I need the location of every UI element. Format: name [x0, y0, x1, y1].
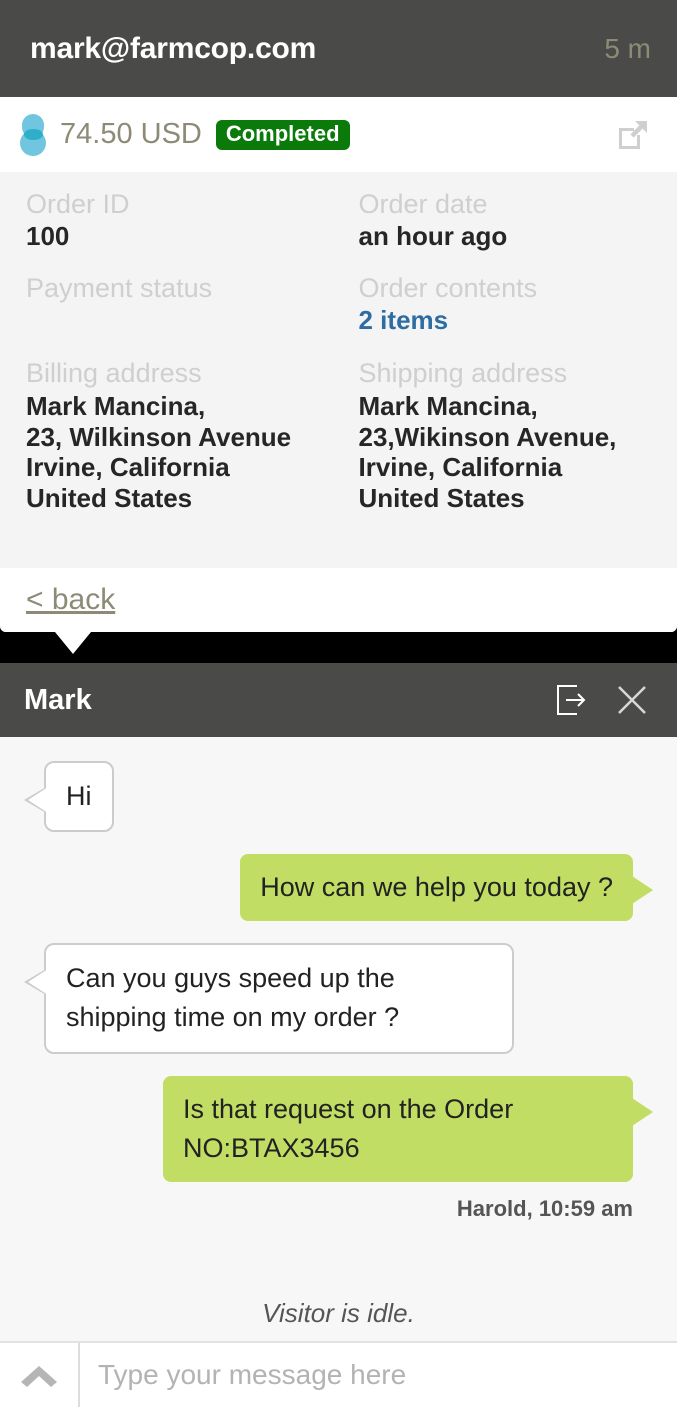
billing-address-line: United States: [26, 482, 193, 513]
status-badge: Completed: [215, 119, 350, 150]
order-summary-row: 74.50 USD Completed: [0, 97, 677, 172]
order-time-ago: 5 m: [604, 32, 651, 64]
order-date-block: Order date an hour ago: [339, 188, 677, 272]
message-timestamp: Harold, 10:59 am: [456, 1195, 633, 1221]
order-card-header: mark@farmcop.com 5 m: [0, 0, 677, 97]
order-id-label: Order ID: [26, 189, 130, 219]
chat-bubble-incoming: Hi: [24, 761, 114, 833]
detail-row-1: Order ID 100 Order date an hour ago: [0, 188, 677, 272]
chat-header-actions: [553, 681, 651, 719]
shipping-address-line: United States: [358, 482, 525, 513]
chat-title: Mark: [24, 683, 92, 716]
shipping-address-line: Mark Mancina,: [358, 390, 538, 421]
chat-message-row: How can we help you today ?: [22, 854, 655, 922]
shipping-address-line: 23,Wikinson Avenue,: [358, 421, 617, 452]
chat-bubble-incoming: Can you guys speed up the shipping time …: [24, 943, 514, 1054]
visitor-status-text: Visitor is idle.: [0, 1284, 677, 1343]
chat-header: Mark: [0, 663, 677, 737]
chat-message-row: Is that request on the Order NO:BTAX3456: [22, 1075, 655, 1182]
chat-message-row: Can you guys speed up the shipping time …: [22, 943, 655, 1054]
close-icon[interactable]: [613, 681, 651, 719]
chat-message-list: Hi How can we help you today ? Can you g…: [0, 737, 677, 1284]
shipping-address-line: Irvine, California: [358, 452, 563, 483]
message-input[interactable]: [80, 1343, 677, 1407]
external-link-icon[interactable]: [615, 117, 651, 153]
order-amount: 74.50 USD: [60, 118, 202, 150]
billing-address-line: Mark Mancina,: [26, 390, 206, 421]
chat-bubble-outgoing: How can we help you today ?: [240, 854, 653, 922]
chat-input-bar: [0, 1343, 677, 1407]
order-card-footer: < back: [0, 568, 677, 654]
order-contents-value[interactable]: 2 items: [359, 305, 677, 336]
paypal-logo-icon: [20, 113, 46, 156]
order-details-grid: Order ID 100 Order date an hour ago Paym…: [0, 172, 677, 568]
shipping-address-block: Shipping address Mark Mancina, 23,Wikins…: [339, 357, 677, 513]
billing-address-block: Billing address Mark Mancina, 23, Wilkin…: [0, 357, 339, 513]
payment-status-value: [26, 305, 339, 337]
chevron-up-icon[interactable]: [0, 1343, 80, 1407]
order-id-block: Order ID 100: [0, 188, 339, 272]
billing-address-line: 23, Wilkinson Avenue: [26, 421, 292, 452]
order-id-value: 100: [26, 221, 70, 252]
order-details-card: mark@farmcop.com 5 m 74.50 USD Completed…: [0, 0, 677, 654]
payment-status-block: Payment status: [0, 272, 339, 357]
chat-message-row: Hi: [22, 761, 655, 833]
card-pointer-tail: [55, 632, 91, 654]
billing-address-line: Irvine, California: [26, 452, 230, 483]
chat-panel: Mark Hi How can we help you today ? Can …: [0, 663, 677, 1407]
order-date-value: an hour ago: [358, 221, 508, 252]
detail-row-3: Billing address Mark Mancina, 23, Wilkin…: [0, 357, 677, 513]
back-link[interactable]: < back: [26, 583, 115, 617]
order-contents-label: Order contents: [358, 273, 538, 304]
order-contents-block: Order contents 2 items: [339, 272, 677, 357]
chat-bubble-outgoing: Is that request on the Order NO:BTAX3456: [163, 1075, 653, 1182]
billing-address-value: Mark Mancina, 23, Wilkinson Avenue Irvin…: [26, 391, 339, 514]
payment-status-label: Payment status: [26, 273, 213, 304]
shipping-address-value: Mark Mancina, 23,Wikinson Avenue, Irvine…: [359, 391, 677, 514]
chat-widget-root: mark@farmcop.com 5 m 74.50 USD Completed…: [0, 0, 677, 1407]
exit-arrow-icon[interactable]: [553, 681, 591, 719]
visitor-email: mark@farmcop.com: [30, 31, 317, 65]
shipping-address-label: Shipping address: [358, 358, 568, 389]
detail-row-2: Payment status Order contents 2 items: [0, 272, 677, 357]
order-date-label: Order date: [358, 189, 488, 219]
billing-address-label: Billing address: [26, 358, 202, 389]
